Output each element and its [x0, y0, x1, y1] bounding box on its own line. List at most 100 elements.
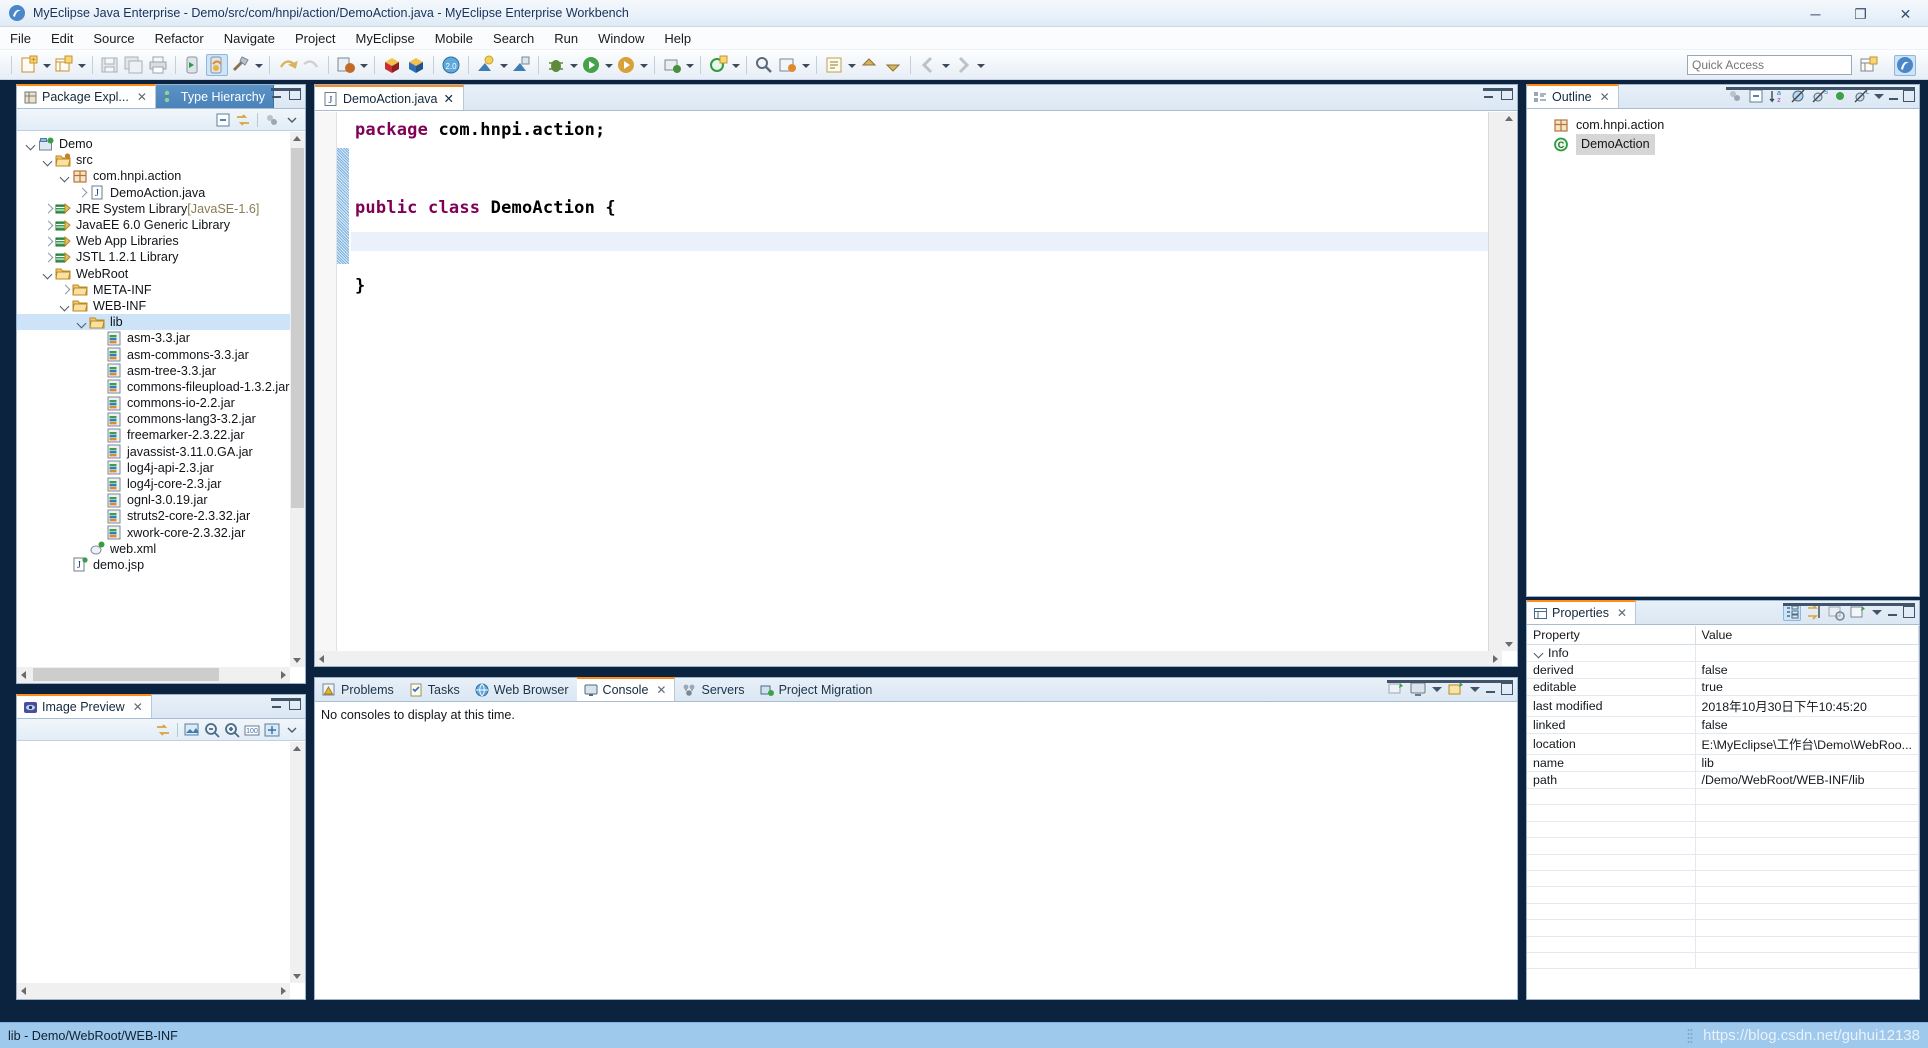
tree-item-log4j-core-2-3-jar[interactable]: log4j-core-2.3.jar [17, 476, 305, 492]
package-explorer-tree[interactable]: Demo src com.hnpi.action J DemoAction.java JR… [17, 132, 305, 683]
fit-image-icon[interactable] [183, 721, 201, 739]
outline-item-demoaction[interactable]: C DemoAction [1527, 134, 1919, 155]
maximize-button[interactable]: ❐ [1838, 0, 1883, 27]
image-preview-hscrollbar[interactable] [17, 983, 290, 999]
package-explorer-hscrollbar[interactable] [17, 667, 290, 683]
tree-item-javassist-3-11-0-ga-jar[interactable]: javassist-3.11.0.GA.jar [17, 444, 305, 460]
tree-item-struts2-core-2-3-32-jar[interactable]: struts2-core-2.3.32.jar [17, 508, 305, 524]
menu-item-help[interactable]: Help [654, 29, 701, 48]
forward-dropdown[interactable] [975, 54, 986, 76]
editor-text-area[interactable]: package com.hnpi.action; public class Dem… [315, 112, 1517, 666]
tree-item-asm-tree-3-3-jar[interactable]: asm-tree-3.3.jar [17, 363, 305, 379]
tab-demoaction-java[interactable]: J DemoAction.java ✕ [315, 85, 464, 110]
tree-item-ognl-3-0-19-jar[interactable]: ognl-3.0.19.jar [17, 492, 305, 508]
tree-item-commons-io-2-2-jar[interactable]: commons-io-2.2.jar [17, 395, 305, 411]
new-jee-icon[interactable] [53, 54, 75, 76]
menu-item-myeclipse[interactable]: MyEclipse [345, 29, 424, 48]
minimize-view-icon[interactable] [1887, 606, 1899, 618]
minimize-view-icon[interactable] [1485, 683, 1497, 695]
menu-item-project[interactable]: Project [285, 29, 345, 48]
close-button[interactable]: ✕ [1883, 0, 1928, 27]
maximize-view-icon[interactable] [289, 698, 301, 710]
run-dropdown[interactable] [603, 54, 614, 76]
tab-outline[interactable]: Outline ✕ [1527, 84, 1619, 108]
web20-icon[interactable]: 2.0 [440, 54, 462, 76]
new-jee-dropdown[interactable] [76, 54, 87, 76]
tree-item-src[interactable]: src [17, 152, 305, 168]
chevron-down-icon[interactable] [42, 154, 55, 167]
build-dropdown[interactable] [253, 54, 264, 76]
scroll-down-icon[interactable] [293, 974, 301, 979]
deploy-icon[interactable] [206, 53, 228, 76]
tree-item-webroot[interactable]: WebRoot [17, 266, 305, 282]
tree-item-web-app-libraries[interactable]: Web App Libraries [17, 233, 305, 249]
chevron-down-icon[interactable] [59, 170, 72, 183]
tree-item-demo[interactable]: Demo [17, 136, 305, 152]
chevron-right-icon[interactable] [42, 202, 55, 215]
table-row[interactable]: last modified 2018年10月30日下午10:45:20 [1527, 695, 1919, 717]
tree-item-lib[interactable]: lib [17, 314, 305, 331]
editor-overview-ruler[interactable] [1488, 112, 1502, 666]
maximize-editor-icon[interactable] [1501, 88, 1513, 100]
tree-item-freemarker-2-3-22-jar[interactable]: freemarker-2.3.22.jar [17, 427, 305, 443]
scroll-right-icon[interactable] [281, 987, 286, 995]
prev-annotation-icon[interactable] [858, 54, 880, 76]
close-icon[interactable]: ✕ [137, 90, 147, 104]
close-icon[interactable]: ✕ [133, 700, 143, 714]
tree-item-web-inf[interactable]: WEB-INF [17, 298, 305, 314]
tab-type-hierarchy[interactable]: Type Hierarchy [155, 85, 274, 108]
tree-item-meta-inf[interactable]: META-INF [17, 282, 305, 298]
table-row[interactable]: path/Demo/WebRoot/WEB-INF/lib [1527, 771, 1919, 789]
tab-tasks[interactable]: Tasks [402, 678, 468, 701]
chevron-right-icon[interactable] [76, 186, 89, 199]
tree-item-demoaction-java[interactable]: J DemoAction.java [17, 185, 305, 201]
editor-marker-bar[interactable] [337, 112, 349, 666]
search-icon[interactable] [753, 54, 775, 76]
tab-properties[interactable]: Properties ✕ [1527, 600, 1637, 624]
chevron-down-icon[interactable] [25, 138, 38, 151]
tree-item-javaee-6-0-generic-library[interactable]: JavaEE 6.0 Generic Library [17, 217, 305, 233]
db-browser-dropdown[interactable] [498, 54, 509, 76]
open-type-dropdown[interactable] [800, 54, 811, 76]
outline-item-com-hnpi-action[interactable]: com.hnpi.action [1527, 116, 1919, 135]
scroll-left-icon[interactable] [21, 987, 26, 995]
new-console-dropdown[interactable] [1469, 683, 1481, 695]
tree-item-com-hnpi-action[interactable]: com.hnpi.action [17, 168, 305, 184]
menu-item-run[interactable]: Run [544, 29, 588, 48]
package-explorer-vscrollbar[interactable] [290, 132, 305, 667]
tree-item-demo-jsp[interactable]: Jdemo.jsp [17, 557, 305, 573]
zoom-in-icon[interactable] [223, 721, 241, 739]
run-server-icon[interactable] [182, 54, 204, 76]
chevron-down-icon[interactable] [76, 316, 89, 329]
tab-web-browser[interactable]: Web Browser [468, 678, 577, 701]
folding-region[interactable] [337, 148, 349, 264]
scroll-down-icon[interactable] [293, 658, 301, 663]
scroll-left-icon[interactable] [319, 655, 324, 663]
tree-item-web-xml[interactable]: web.xml [17, 541, 305, 557]
outline-tree[interactable]: com.hnpi.action C DemoAction [1527, 110, 1919, 596]
next-annotation-icon[interactable] [882, 54, 904, 76]
tab-project-migration[interactable]: Project Migration [753, 678, 881, 701]
close-icon[interactable]: ✕ [1600, 90, 1610, 104]
annotation-dropdown[interactable] [846, 54, 857, 76]
link-with-editor-icon[interactable] [234, 111, 252, 129]
coverage-icon[interactable] [615, 54, 637, 76]
chevron-right-icon[interactable] [59, 283, 72, 296]
debug-icon[interactable] [545, 54, 567, 76]
console-output-area[interactable]: No consoles to display at this time. [315, 703, 1517, 999]
view-dropdown-icon[interactable] [1873, 90, 1885, 102]
new-class-icon[interactable] [707, 54, 729, 76]
image-preview-vscrollbar[interactable] [290, 742, 305, 983]
menu-item-file[interactable]: File [0, 29, 41, 48]
close-icon[interactable]: ✕ [656, 683, 666, 697]
view-dropdown-icon[interactable] [1871, 606, 1883, 618]
tree-item-commons-fileupload-1-3-2-jar[interactable]: commons-fileupload-1.3.2.jar [17, 379, 305, 395]
tab-console[interactable]: Console ✕ [576, 677, 676, 701]
tree-item-jre-system-library[interactable]: JRE System Library [JavaSE-1.6] [17, 201, 305, 217]
open-perspective-icon[interactable] [1858, 55, 1880, 76]
tab-servers[interactable]: Servers [675, 678, 752, 701]
chevron-down-icon[interactable] [59, 299, 72, 312]
image-preview-canvas[interactable] [17, 742, 289, 983]
scroll-up-icon[interactable] [293, 136, 301, 141]
collapse-all-icon[interactable] [214, 111, 232, 129]
